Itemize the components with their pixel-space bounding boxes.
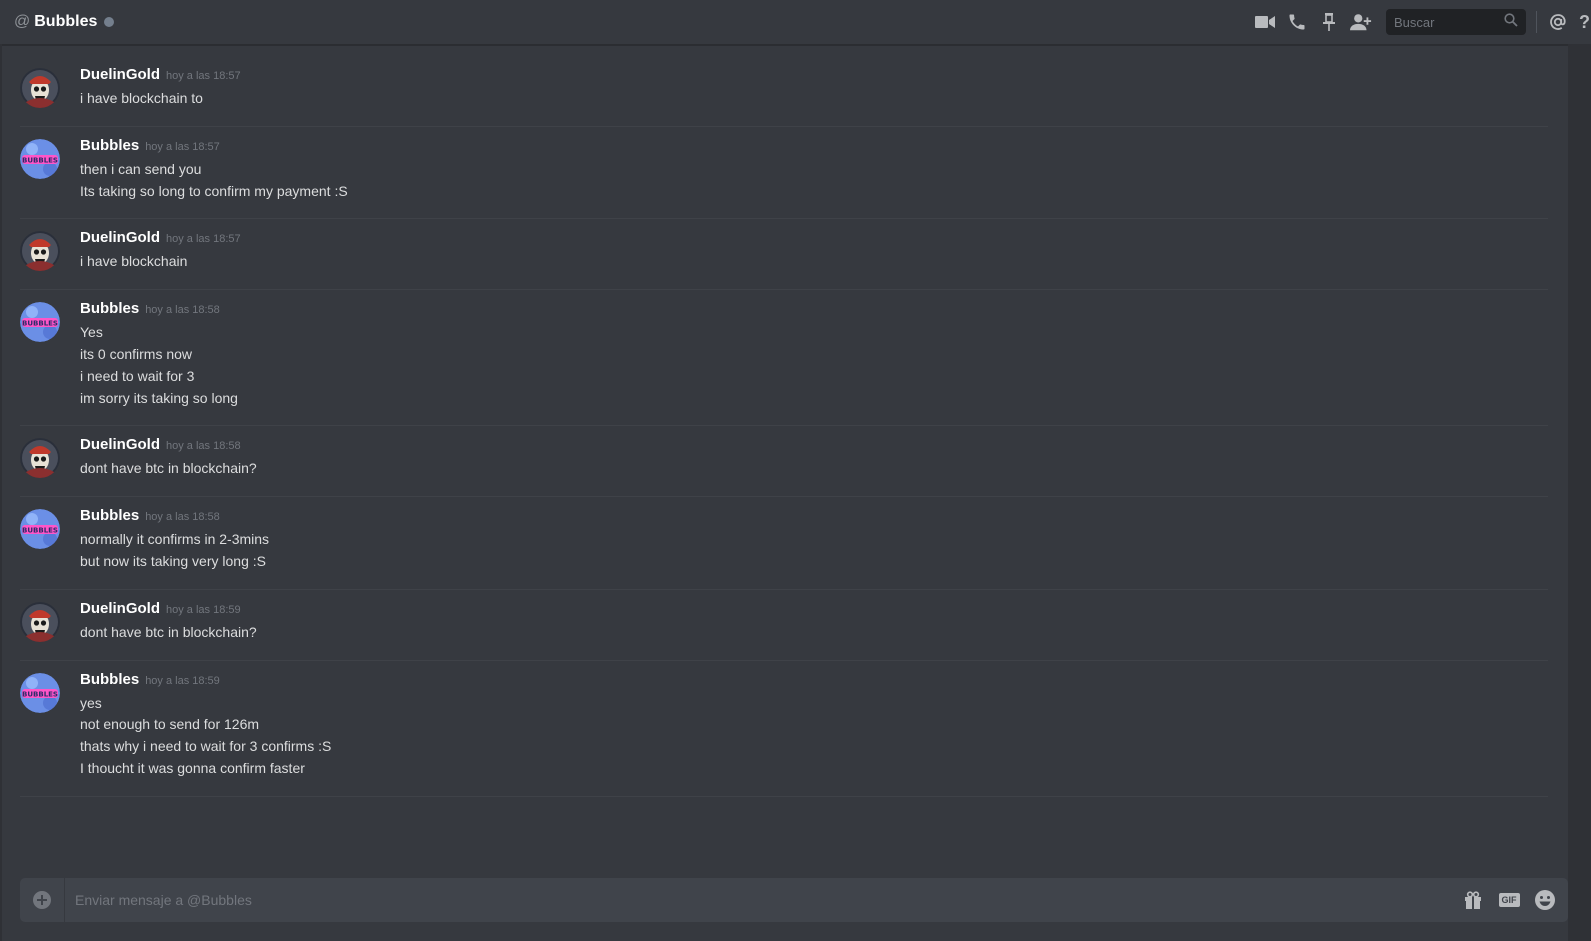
message-author[interactable]: Bubbles (80, 507, 139, 524)
message-input[interactable] (65, 892, 1450, 908)
message-group: DuelinGold hoy a las 18:57 i have blockcha… (20, 219, 1548, 291)
message-text: then i can send you (80, 160, 202, 177)
add-friend-icon[interactable] (1350, 11, 1372, 33)
gif-icon[interactable]: GIF (1496, 887, 1522, 913)
duelingold-avatar[interactable] (20, 601, 60, 642)
search-icon[interactable] (1504, 12, 1518, 32)
message-header: Bubbles hoy a las 18:59 (80, 671, 1548, 693)
message-text: dont have btc in blockchain? (80, 623, 257, 640)
message-header: DuelinGold hoy a las 18:59 (80, 600, 1548, 622)
duelingold-avatar[interactable] (20, 438, 60, 479)
message-text: yes (80, 694, 102, 711)
message-text: thats why i need to wait for 3 confirms … (80, 738, 332, 755)
duelingold-avatar[interactable] (20, 68, 60, 108)
message-text: im sorry its taking so long (80, 389, 238, 406)
video-call-icon[interactable] (1254, 11, 1276, 33)
emoji-icon[interactable] (1532, 887, 1558, 913)
message-text: dont have btc in blockchain? (80, 460, 257, 477)
svg-text:BUBBLES: BUBBLES (22, 527, 58, 535)
message-timestamp: hoy a las 18:58 (145, 511, 220, 524)
bubbles-avatar[interactable]: BUBBLES (20, 672, 60, 713)
message-timestamp: hoy a las 18:58 (166, 440, 241, 453)
header-toolbar: ? (1254, 0, 1591, 44)
bubbles-avatar[interactable]: BUBBLES (20, 302, 60, 343)
status-indicator (104, 17, 115, 27)
svg-text:BUBBLES: BUBBLES (22, 156, 58, 164)
pin-icon[interactable] (1318, 11, 1340, 33)
message-timestamp: hoy a las 18:57 (166, 233, 241, 246)
search-box[interactable] (1386, 9, 1526, 35)
gift-icon[interactable] (1460, 887, 1486, 913)
message-group: DuelinGold hoy a las 18:58 dont have btc i… (20, 426, 1548, 498)
message-header: Bubbles hoy a las 18:57 (80, 137, 1548, 159)
at-icon: @ (14, 13, 31, 30)
message-text: i need to wait for 3 (80, 367, 195, 384)
message-author[interactable]: DuelinGold (80, 66, 160, 83)
message-group: BUBBLES Bubbles hoy a las 18:58 normally it… (20, 497, 1548, 590)
svg-text:BUBBLES: BUBBLES (22, 320, 58, 328)
message-group: DuelinGold hoy a las 18:57 i have blockcha… (20, 56, 1548, 127)
attach-plus-icon[interactable] (20, 878, 65, 922)
message-header: DuelinGold hoy a las 18:57 (80, 66, 1548, 88)
dm-title[interactable]: Bubbles (34, 13, 97, 31)
message-header: DuelinGold hoy a las 18:57 (80, 229, 1548, 251)
message-author[interactable]: Bubbles (80, 300, 139, 317)
message-timestamp: hoy a las 18:59 (166, 603, 241, 616)
message-text: Yes (80, 324, 103, 341)
message-text: its 0 confirms now (80, 345, 193, 362)
message-timestamp: hoy a las 18:57 (145, 140, 220, 153)
message-composer: GIF (20, 878, 1568, 922)
bubbles-avatar[interactable]: BUBBLES (20, 509, 60, 550)
help-icon[interactable]: ? (1579, 11, 1591, 33)
message-text: i have blockchain to (80, 90, 203, 106)
svg-text:BUBBLES: BUBBLES (22, 690, 58, 698)
message-header: Bubbles hoy a las 18:58 (80, 507, 1548, 529)
message-text: normally it confirms in 2-3mins (80, 531, 270, 548)
message-header: DuelinGold hoy a las 18:58 (80, 436, 1548, 458)
message-author[interactable]: DuelinGold (80, 436, 160, 453)
message-author[interactable]: Bubbles (80, 137, 139, 154)
search-input[interactable] (1394, 14, 1494, 30)
message-group: BUBBLES Bubbles hoy a las 18:59 yes not enou… (20, 661, 1548, 797)
duelingold-avatar[interactable] (20, 231, 60, 272)
message-group: DuelinGold hoy a las 18:59 dont have btc i… (20, 590, 1548, 661)
message-author[interactable]: Bubbles (80, 671, 139, 688)
composer-actions: GIF (1450, 887, 1568, 913)
message-text: Its taking so long to confirm my payment… (80, 182, 348, 199)
message-group: BUBBLES Bubbles hoy a las 18:58 Yes its 0 co… (20, 290, 1548, 427)
voice-call-icon[interactable] (1286, 11, 1308, 33)
message-author[interactable]: DuelinGold (80, 600, 160, 617)
message-header: Bubbles hoy a las 18:58 (80, 300, 1548, 322)
header-divider (1536, 11, 1537, 33)
mention-icon[interactable] (1547, 11, 1569, 33)
message-timestamp: hoy a las 18:58 (145, 304, 220, 317)
message-timestamp: hoy a las 18:57 (166, 70, 241, 82)
message-text: I thoucht it was gonna confirm faster (80, 759, 305, 776)
message-author[interactable]: DuelinGold (80, 229, 160, 246)
message-text: not enough to send for 126m (80, 716, 260, 733)
scrollbar-track[interactable] (1568, 44, 1591, 941)
message-timestamp: hoy a las 18:59 (145, 674, 220, 687)
message-group: BUBBLES Bubbles hoy a las 18:57 then i can … (20, 127, 1548, 220)
bubbles-avatar[interactable]: BUBBLES (20, 138, 60, 179)
message-text: but now its taking very long :S (80, 552, 266, 569)
message-list: DuelinGold hoy a las 18:57 i have blockcha… (0, 56, 1568, 797)
message-text: i have blockchain (80, 253, 188, 270)
channel-header: @ Bubbles ? (0, 0, 1591, 45)
